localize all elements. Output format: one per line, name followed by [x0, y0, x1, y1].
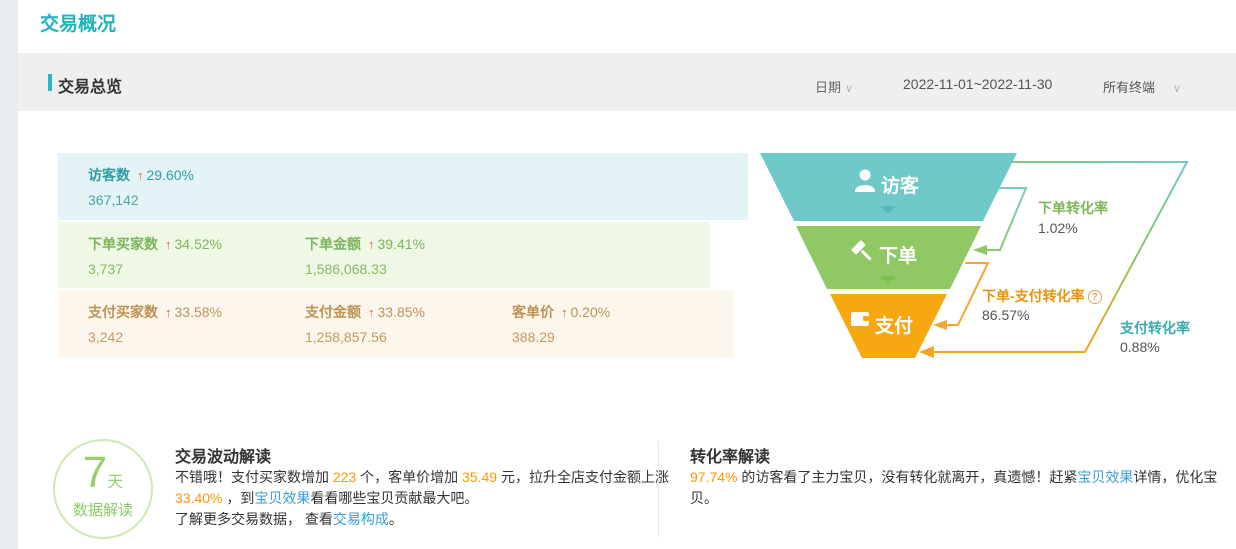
text-segment: ，到	[222, 490, 255, 506]
metric-change: 33.85%	[377, 304, 425, 320]
text-segment: 了解更多交易数据， 查看	[175, 511, 333, 527]
pay-conversion-label: 支付转化率	[1120, 320, 1190, 336]
order-pay-conversion-text: 下单-支付转化率	[982, 288, 1085, 304]
order-conversion-label: 下单转化率	[1038, 200, 1108, 216]
metric-value: 1,586,068.33	[305, 261, 387, 277]
metric-cell-pay-buyers: 支付买家数 ↑ 33.58% 3,242	[88, 302, 222, 345]
pay-conversion-value: 0.88%	[1120, 339, 1160, 355]
date-type-label: 日期	[815, 80, 842, 95]
page-title: 交易概况	[40, 14, 117, 35]
badge-subtitle: 数据解读	[72, 502, 133, 519]
metric-change: 34.52%	[174, 236, 222, 252]
up-arrow-icon: ↑	[165, 237, 172, 252]
section-title: 交易总览	[58, 79, 123, 96]
up-arrow-icon: ↑	[137, 168, 144, 183]
text-segment: 看看哪些宝贝贡献最大吧。	[310, 490, 479, 506]
payment-metrics-card: 支付买家数 ↑ 33.58% 3,242 支付金额 ↑ 33.85% 1,258,857…	[58, 290, 734, 358]
date-type-dropdown[interactable]: 日期 ∨	[815, 77, 853, 96]
baobei-effect-link[interactable]: 宝贝效果	[1077, 469, 1133, 485]
metric-value: 367,142	[88, 192, 139, 208]
text-segment: 贝。	[690, 490, 718, 506]
order-conversion-value: 1.02%	[1038, 220, 1078, 236]
trade-fluctuation-body: 不错哦！支付买家数增加 223 个，客单价增加 35.49 元，拉升全店支付金额…	[175, 467, 675, 530]
wallet-icon	[851, 312, 869, 326]
metric-label: 下单金额	[305, 236, 361, 252]
up-arrow-icon: ↑	[368, 237, 375, 252]
order-pay-conversion-label: 下单-支付转化率?	[982, 286, 1102, 306]
arrow-left-icon	[933, 320, 947, 330]
help-icon[interactable]: ?	[1087, 290, 1102, 304]
text-segment: 元，拉升全店支付金额上涨	[497, 469, 669, 485]
highlight-number: 223	[332, 469, 357, 485]
metric-label: 支付买家数	[88, 304, 158, 320]
metric-value: 1,258,857.56	[305, 329, 387, 345]
up-arrow-icon: ↑	[368, 305, 375, 320]
metric-cell-order-amount: 下单金额 ↑ 39.41% 1,586,068.33	[305, 234, 425, 277]
trade-fluctuation-title: 交易波动解读	[175, 449, 272, 466]
highlight-number: 97.74%	[690, 469, 738, 485]
metric-change: 39.41%	[377, 236, 425, 252]
chevron-down-icon: ∨	[1173, 83, 1182, 95]
text-segment: 详情，优化宝	[1133, 469, 1218, 485]
conversion-insight-title: 转化率解读	[690, 449, 771, 466]
text-segment: 个，客单价增加	[356, 469, 463, 485]
metric-cell-visitors: 访客数 ↑ 29.60% 367,142	[88, 165, 194, 208]
metric-change: 0.20%	[570, 304, 611, 320]
metric-change: 33.58%	[174, 304, 222, 320]
metric-label: 下单买家数	[88, 236, 158, 252]
highlight-number: 33.40%	[175, 490, 223, 506]
metric-value: 3,737	[88, 261, 124, 277]
metric-cell-order-buyers: 下单买家数 ↑ 34.52% 3,737	[88, 234, 222, 277]
trade-composition-link[interactable]: 交易构成	[333, 511, 389, 527]
visitor-metrics-card: 访客数 ↑ 29.60% 367,142	[58, 153, 748, 220]
date-range-picker[interactable]: 2022-11-01~2022-11-30	[903, 76, 1052, 92]
metric-change: 29.60%	[146, 167, 194, 183]
terminal-dropdown[interactable]: 所有终端 ∨	[1103, 77, 1181, 96]
vertical-divider	[658, 441, 659, 537]
up-arrow-icon: ↑	[165, 305, 172, 320]
conversion-insight-body: 97.74% 的访客看了主力宝贝，没有转化就离开，真遗憾！赶紧宝贝效果详情，优化…	[690, 467, 1217, 509]
text-segment: 不错哦！支付买家数增加	[175, 469, 333, 485]
badge-number: 7	[82, 448, 108, 497]
arrow-left-icon	[973, 245, 987, 255]
text-segment: 。	[388, 511, 403, 527]
section-accent-bar	[48, 74, 52, 91]
chevron-down-icon: ∨	[845, 83, 854, 95]
metric-cell-avg-order-value: 客单价 ↑ 0.20% 388.29	[512, 302, 610, 345]
arrow-left-icon	[919, 346, 934, 358]
highlight-number: 35.49	[462, 469, 498, 485]
badge-unit: 天	[107, 474, 124, 491]
order-pay-conversion-value: 86.57%	[982, 307, 1030, 323]
section-header-band: 交易总览 日期 ∨ 2022-11-01~2022-11-30 所有终端 ∨	[18, 53, 1236, 111]
text-segment: 的访客看了主力宝贝，没有转化就离开，真遗憾！赶紧	[737, 469, 1078, 485]
up-arrow-icon: ↑	[561, 305, 568, 320]
funnel-stage-label: 访客	[881, 174, 920, 197]
metric-value: 388.29	[512, 329, 555, 345]
metric-cell-pay-amount: 支付金额 ↑ 33.85% 1,258,857.56	[305, 302, 425, 345]
funnel-stage-label: 下单	[879, 244, 917, 267]
terminal-selected-label: 所有终端	[1103, 80, 1156, 95]
funnel-stage-label: 支付	[874, 314, 913, 337]
baobei-effect-link[interactable]: 宝贝效果	[254, 490, 310, 506]
metric-label: 客单价	[512, 304, 554, 320]
left-edge-strip	[0, 0, 18, 549]
metric-label: 访客数	[88, 167, 130, 183]
order-metrics-card: 下单买家数 ↑ 34.52% 3,737 下单金额 ↑ 39.41% 1,586,068…	[58, 222, 710, 288]
seven-day-insight-badge: 7天 数据解读	[53, 439, 153, 539]
metric-value: 3,242	[88, 329, 124, 345]
metric-label: 支付金额	[305, 304, 361, 320]
